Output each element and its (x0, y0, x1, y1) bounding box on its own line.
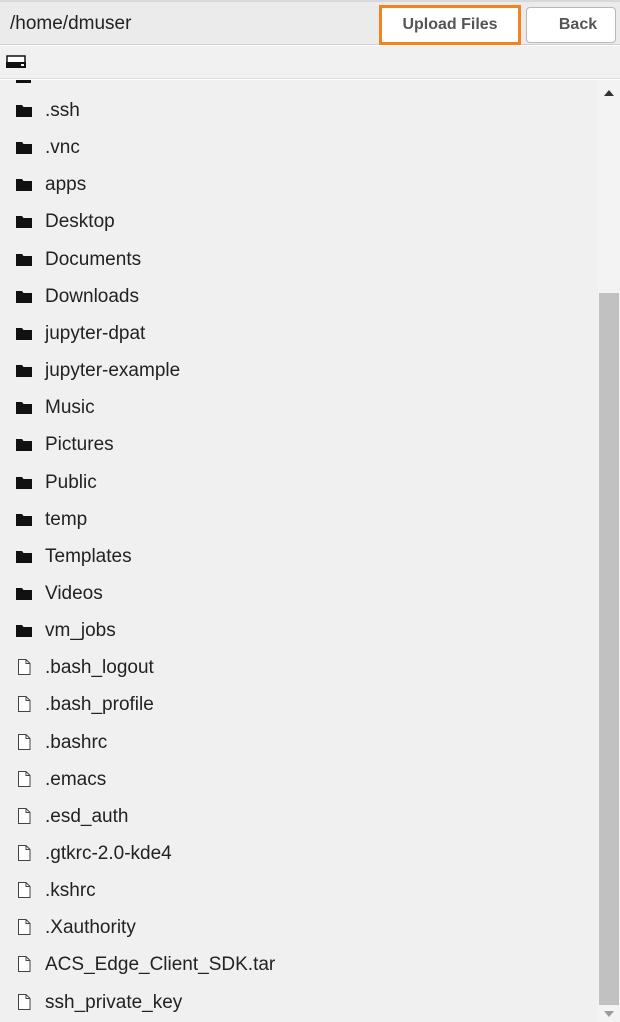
file-row[interactable]: .emacs (0, 761, 598, 798)
folder-icon (15, 325, 33, 341)
folder-icon (15, 436, 33, 452)
scrollbar[interactable] (598, 80, 620, 1022)
file-list: .ssh .vnc apps Desktop Documents Downloads jup… (0, 80, 598, 1022)
file-icon (15, 993, 33, 1010)
item-name: apps (45, 174, 87, 196)
item-name: vm_jobs (45, 620, 116, 642)
file-icon (15, 733, 33, 750)
item-name: .kshrc (45, 880, 96, 902)
file-row[interactable]: ssh_private_key (0, 984, 598, 1021)
header-bar: /home/dmuser Upload Files Back (0, 2, 620, 45)
scrollbar-thumb[interactable] (599, 293, 619, 1005)
item-name: .bashrc (45, 731, 108, 753)
folder-icon (15, 362, 33, 378)
item-name: Videos (45, 582, 103, 604)
item-name: .emacs (45, 768, 107, 790)
folder-row[interactable]: Pictures (0, 426, 598, 463)
current-path: /home/dmuser (10, 13, 132, 34)
upload-files-button[interactable]: Upload Files (379, 5, 521, 45)
drive-bar (0, 46, 620, 79)
file-row[interactable]: .esd_auth (0, 798, 598, 835)
folder-icon (15, 102, 33, 118)
file-row[interactable]: ACS_Edge_Client_SDK.tar (0, 946, 598, 983)
item-name: Documents (45, 248, 142, 270)
folder-row[interactable]: jupyter-dpat (0, 315, 598, 352)
folder-icon (15, 585, 33, 601)
file-icon (15, 845, 33, 861)
file-icon (15, 956, 33, 973)
item-name: .esd_auth (45, 805, 129, 827)
file-icon (15, 659, 33, 676)
folder-icon (15, 474, 33, 490)
item-name: Music (45, 397, 95, 419)
item-name: .vnc (45, 137, 80, 159)
folder-icon (15, 548, 33, 564)
file-row[interactable]: .Xauthority (0, 909, 598, 946)
item-name: Desktop (45, 211, 115, 233)
back-button[interactable]: Back (526, 7, 616, 43)
file-icon (15, 770, 33, 787)
folder-row[interactable]: Desktop (0, 203, 598, 240)
folder-row[interactable]: Music (0, 389, 598, 426)
file-row[interactable]: .bash_profile (0, 686, 598, 723)
file-row[interactable]: .gtkrc-2.0-kde4 (0, 835, 598, 872)
folder-row[interactable]: .vnc (0, 129, 598, 166)
folder-row[interactable]: vm_jobs (0, 612, 598, 649)
item-name: .bash_profile (45, 694, 154, 716)
item-name: temp (45, 508, 88, 530)
file-icon (15, 882, 33, 899)
clipped-row-edge (16, 80, 31, 83)
folder-icon (15, 399, 33, 415)
folder-icon (15, 213, 33, 229)
file-icon (15, 807, 33, 824)
item-name: Pictures (45, 434, 114, 456)
item-name: jupyter-dpat (45, 322, 146, 344)
folder-icon (15, 251, 33, 267)
item-name: Public (45, 471, 97, 493)
folder-icon (15, 511, 33, 527)
drive-icon[interactable] (6, 55, 26, 69)
file-icon (15, 919, 33, 936)
item-name: Templates (45, 545, 132, 567)
file-row[interactable]: .kshrc (0, 872, 598, 909)
file-row[interactable]: .bashrc (0, 724, 598, 761)
folder-row[interactable]: Downloads (0, 278, 598, 315)
item-name: .bash_logout (45, 657, 154, 679)
item-name: .Xauthority (45, 917, 136, 939)
folder-icon (15, 622, 33, 638)
item-name: Downloads (45, 285, 139, 307)
scroll-down-arrow-icon[interactable] (598, 1007, 620, 1021)
folder-icon (15, 176, 33, 192)
folder-row[interactable]: Videos (0, 575, 598, 612)
folder-row[interactable]: apps (0, 166, 598, 203)
file-row[interactable]: .bash_logout (0, 649, 598, 686)
file-icon (15, 696, 33, 713)
scroll-up-arrow-icon[interactable] (598, 86, 620, 100)
item-name: jupyter-example (45, 360, 181, 382)
folder-row[interactable]: Documents (0, 241, 598, 278)
item-name: .gtkrc-2.0-kde4 (45, 843, 172, 864)
folder-icon (15, 288, 33, 304)
folder-row[interactable]: .ssh (0, 92, 598, 129)
folder-row[interactable]: jupyter-example (0, 352, 598, 389)
item-name: ssh_private_key (45, 991, 183, 1013)
folder-row[interactable]: Templates (0, 538, 598, 575)
folder-row[interactable]: temp (0, 501, 598, 538)
item-name: ACS_Edge_Client_SDK.tar (45, 954, 276, 976)
item-name: .ssh (45, 100, 80, 121)
folder-icon (15, 139, 33, 155)
folder-row[interactable]: Public (0, 464, 598, 501)
